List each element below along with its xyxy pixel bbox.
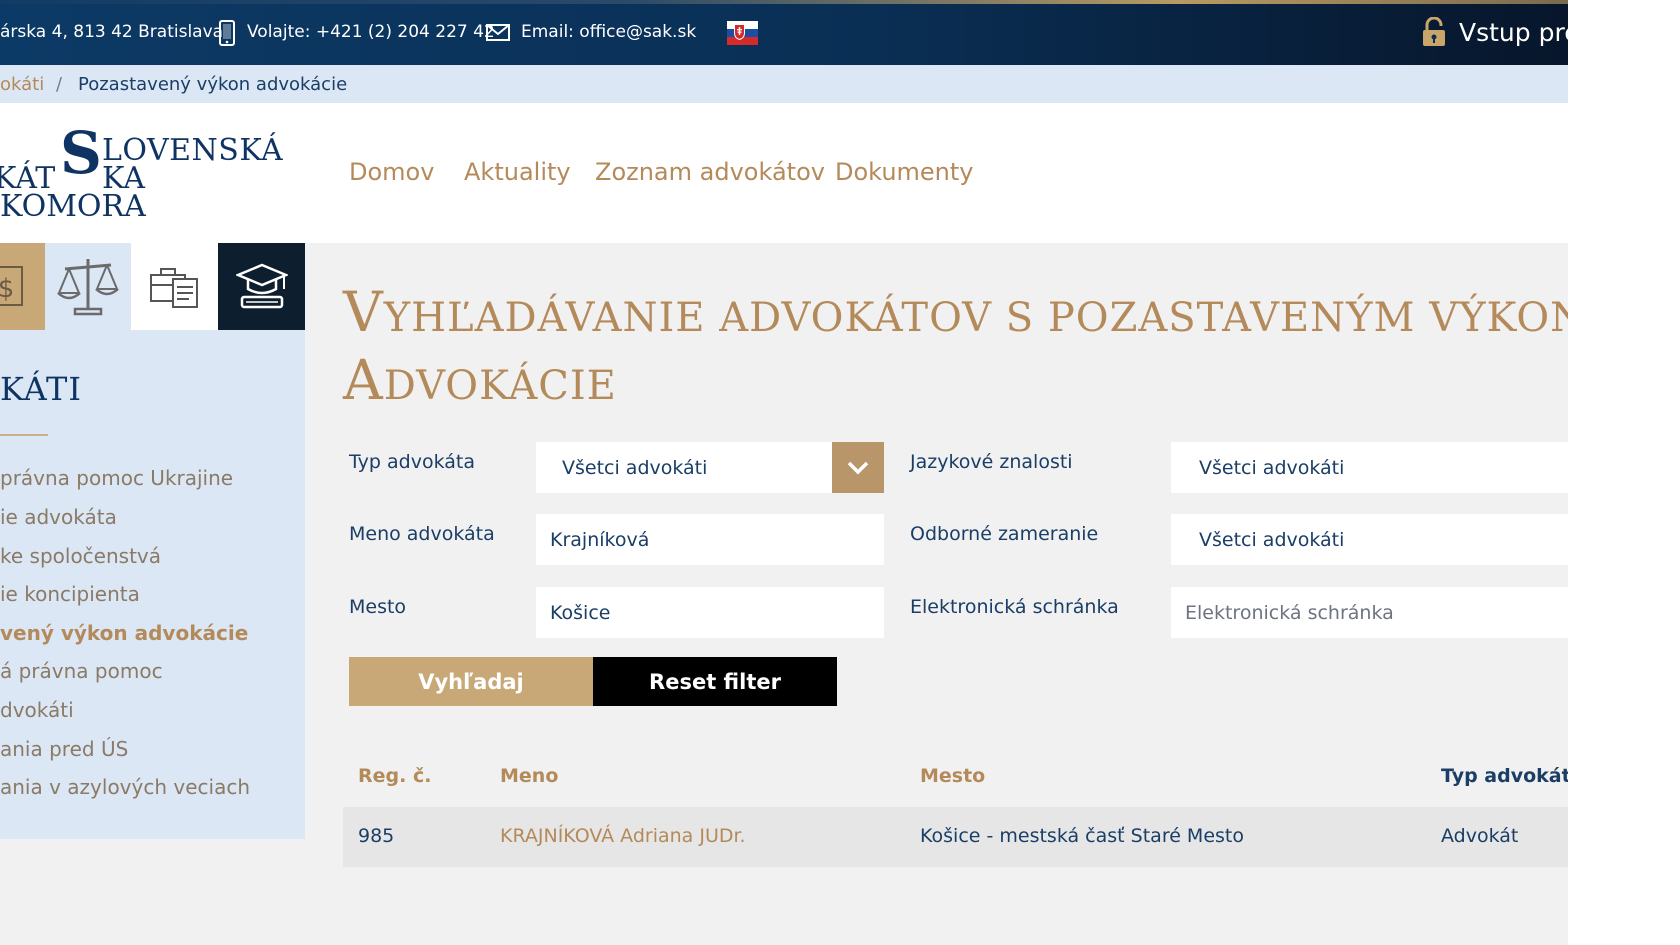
phone-text[interactable]: Volajte: +421 (2) 204 227 42 — [247, 22, 495, 42]
lock-icon[interactable] — [1422, 16, 1446, 47]
browser-viewport: árska 4, 813 42 Bratislava Volajte: +421… — [0, 0, 1568, 945]
sidebar-title-rule — [0, 434, 48, 436]
envelope-icon — [486, 24, 510, 45]
svg-text:$: $ — [0, 274, 14, 304]
column-header-type[interactable]: Typ advokáta — [1441, 765, 1568, 787]
right-blank-margin — [1568, 0, 1680, 945]
language-skills-select[interactable]: Všetci advokáti — [1171, 442, 1568, 493]
sidebar-item-lawyers[interactable]: dvokáti — [0, 698, 74, 722]
electronic-mailbox-input[interactable]: Elektronická schránka — [1171, 587, 1568, 638]
mobile-phone-icon — [218, 20, 236, 50]
sidebar-title: KÁTI — [0, 370, 82, 408]
lawyer-type-select[interactable]: Všetci advokáti — [536, 442, 884, 493]
column-header-city[interactable]: Mesto — [920, 765, 985, 787]
money-icon: $ — [0, 263, 26, 313]
search-button[interactable]: Vyhľadaj — [349, 657, 593, 706]
logo-s: S — [60, 119, 102, 187]
specialization-select[interactable]: Všetci advokáti — [1171, 514, 1568, 565]
breadcrumb: okáti / Pozastavený výkon advokácie — [0, 65, 1568, 103]
row-reg-number: 985 — [358, 825, 395, 847]
top-contact-bar: árska 4, 813 42 Bratislava Volajte: +421… — [0, 0, 1568, 65]
sidebar-tile-education[interactable] — [218, 243, 305, 330]
lawyer-name-input[interactable]: Krajníková — [536, 514, 884, 565]
sidebar-item-lawyer[interactable]: ie advokáta — [0, 505, 117, 529]
breadcrumb-current: Pozastavený výkon advokácie — [78, 74, 348, 95]
slovak-flag-icon[interactable] — [727, 21, 758, 45]
specialization-label: Odborné zameranie — [910, 523, 1099, 545]
lawyer-name-label: Meno advokáta — [349, 523, 495, 545]
sidebar-item-asylum[interactable]: ania v azylových veciach — [0, 775, 250, 799]
page-title: VYHĽADÁVANIE ADVOKÁTOV S POZASTAVENÝM VÝ… — [343, 280, 1568, 344]
breadcrumb-separator: / — [56, 74, 63, 95]
top-accent-line — [0, 0, 1568, 4]
sidebar-tile-money[interactable]: $ — [0, 243, 45, 330]
column-header-reg[interactable]: Reg. č. — [358, 765, 431, 787]
sidebar-tile-justice[interactable] — [45, 243, 131, 330]
reset-filter-button[interactable]: Reset filter — [593, 657, 837, 706]
address-text: árska 4, 813 42 Bratislava — [0, 22, 224, 42]
sidebar-item-partnerships[interactable]: ke spoločenstvá — [0, 544, 161, 568]
sidebar-item-legal-aid[interactable]: á právna pomoc — [0, 659, 163, 683]
city-label: Mesto — [349, 596, 407, 618]
sidebar-item-constitutional-court[interactable]: ania pred ÚS — [0, 737, 128, 761]
language-skills-label: Jazykové znalosti — [910, 451, 1073, 473]
row-lawyer-type: Advokát — [1441, 825, 1519, 847]
city-input[interactable]: Košice — [536, 587, 884, 638]
sidebar-item-suspended-practice[interactable]: vený výkon advokácie — [0, 621, 248, 645]
column-header-name[interactable]: Meno — [500, 765, 558, 787]
chevron-down-icon[interactable] — [832, 442, 884, 493]
briefcase-documents-icon — [149, 265, 201, 313]
row-lawyer-name-link[interactable]: KRAJNÍKOVÁ Adriana JUDr. — [500, 825, 746, 847]
chamber-logo[interactable]: S LOVENSKÁ KÁT KA KOMORA — [0, 124, 290, 224]
email-link[interactable]: Email: office@sak.sk — [521, 22, 696, 42]
lawyer-type-label: Typ advokáta — [349, 451, 475, 473]
nav-documents[interactable]: Dokumenty — [835, 158, 974, 186]
sidebar-item-ukraine-legal-aid[interactable]: právna pomoc Ukrajine — [0, 466, 233, 490]
logo-line-3: KOMORA — [0, 189, 146, 224]
nav-home[interactable]: Domov — [349, 158, 434, 186]
sidebar-item-trainee[interactable]: ie koncipienta — [0, 582, 140, 606]
breadcrumb-parent-link[interactable]: okáti — [0, 74, 44, 95]
electronic-mailbox-label: Elektronická schránka — [910, 596, 1119, 618]
graduation-cap-icon — [234, 261, 290, 315]
row-city: Košice - mestská časť Staré Mesto — [920, 825, 1244, 847]
page-title-line-2: ADVOKÁCIE — [343, 348, 617, 412]
nav-news[interactable]: Aktuality — [464, 158, 571, 186]
login-link[interactable]: Vstup pre — [1459, 18, 1568, 47]
nav-lawyers-list[interactable]: Zoznam advokátov — [595, 158, 825, 186]
sidebar-tile-documents[interactable] — [131, 243, 218, 330]
scales-icon — [55, 255, 121, 323]
